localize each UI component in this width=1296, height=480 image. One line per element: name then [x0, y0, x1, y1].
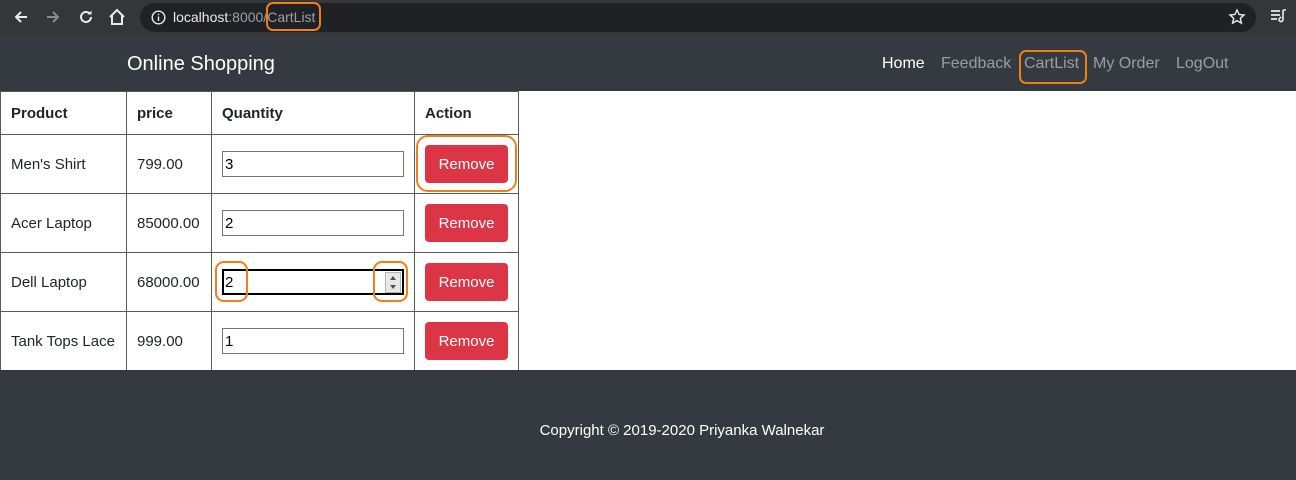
quantity-cell [211, 134, 415, 194]
quantity-input[interactable] [222, 328, 404, 354]
forward-icon [47, 11, 60, 23]
product-name: Acer Laptop [0, 193, 127, 253]
spinner-arrows[interactable] [385, 272, 401, 293]
product-name: Men's Shirt [0, 134, 127, 194]
remove-button[interactable]: Remove [425, 145, 508, 183]
action-cell: Remove [414, 193, 519, 253]
action-cell: Remove [414, 134, 519, 194]
nav-feedback[interactable]: Feedback [941, 54, 1011, 74]
product-name: Dell Laptop [0, 252, 127, 312]
table-row: Dell Laptop 68000.00 Remove [0, 252, 519, 312]
remove-button[interactable]: Remove [425, 204, 508, 242]
nav-logout[interactable]: LogOut [1176, 54, 1228, 74]
copyright-text: Copyright © 2019-2020 Priyanka Walnekar [539, 422, 825, 439]
quantity-cell [211, 311, 415, 371]
product-price: 999.00 [126, 311, 212, 371]
star-icon[interactable] [1228, 8, 1246, 26]
back-icon [14, 11, 27, 23]
back-button[interactable] [9, 5, 33, 29]
url-host: localhost [173, 9, 229, 25]
quantity-input[interactable] [222, 151, 404, 177]
brand-logo[interactable]: Online Shopping [127, 52, 275, 76]
table-header-row: Product price Quantity Action [0, 91, 519, 135]
reading-list-icon[interactable] [1268, 6, 1288, 26]
cart-table: Product price Quantity Action Men's Shir… [0, 91, 519, 371]
remove-button[interactable]: Remove [425, 322, 508, 360]
chevron-down-icon[interactable] [390, 285, 396, 290]
quantity-cell [211, 252, 415, 312]
nav-home[interactable]: Home [882, 54, 925, 74]
remove-button[interactable]: Remove [425, 263, 508, 301]
chevron-up-icon[interactable] [390, 275, 396, 280]
nav-cartlist[interactable]: CartList [1024, 54, 1079, 74]
url-port: :8000/ [228, 9, 268, 25]
quantity-cell [211, 193, 415, 253]
table-row: Acer Laptop 85000.00 Remove [0, 193, 519, 253]
product-name: Tank Tops Lace [0, 311, 127, 371]
action-cell: Remove [414, 252, 519, 312]
reload-button[interactable] [74, 5, 98, 29]
header-quantity: Quantity [211, 91, 415, 135]
product-price: 68000.00 [126, 252, 212, 312]
reload-icon [80, 10, 92, 23]
action-cell: Remove [414, 311, 519, 371]
product-price: 85000.00 [126, 193, 212, 253]
home-button[interactable] [105, 5, 129, 29]
quantity-input[interactable] [222, 269, 404, 295]
header-action: Action [414, 91, 519, 135]
quantity-stepper[interactable] [222, 269, 404, 295]
home-icon [109, 8, 125, 25]
table-row: Men's Shirt 799.00 Remove [0, 134, 519, 194]
address-bar[interactable]: localhost:8000/CartList [140, 3, 1256, 32]
site-footer: Copyright © 2019-2020 Priyanka Walnekar [0, 370, 1296, 480]
site-navbar: Online Shopping Home Feedback CartList M… [0, 35, 1296, 91]
url-text[interactable]: localhost:8000/CartList [173, 9, 315, 26]
quantity-input[interactable] [222, 210, 404, 236]
info-icon[interactable] [151, 10, 166, 25]
header-product: Product [0, 91, 127, 135]
product-price: 799.00 [126, 134, 212, 194]
table-row: Tank Tops Lace 999.00 Remove [0, 311, 519, 371]
url-path: CartList [267, 9, 316, 25]
browser-toolbar: localhost:8000/CartList [0, 0, 1296, 35]
nav-my-order[interactable]: My Order [1093, 54, 1160, 74]
header-price: price [126, 91, 212, 135]
forward-button[interactable] [41, 5, 65, 29]
